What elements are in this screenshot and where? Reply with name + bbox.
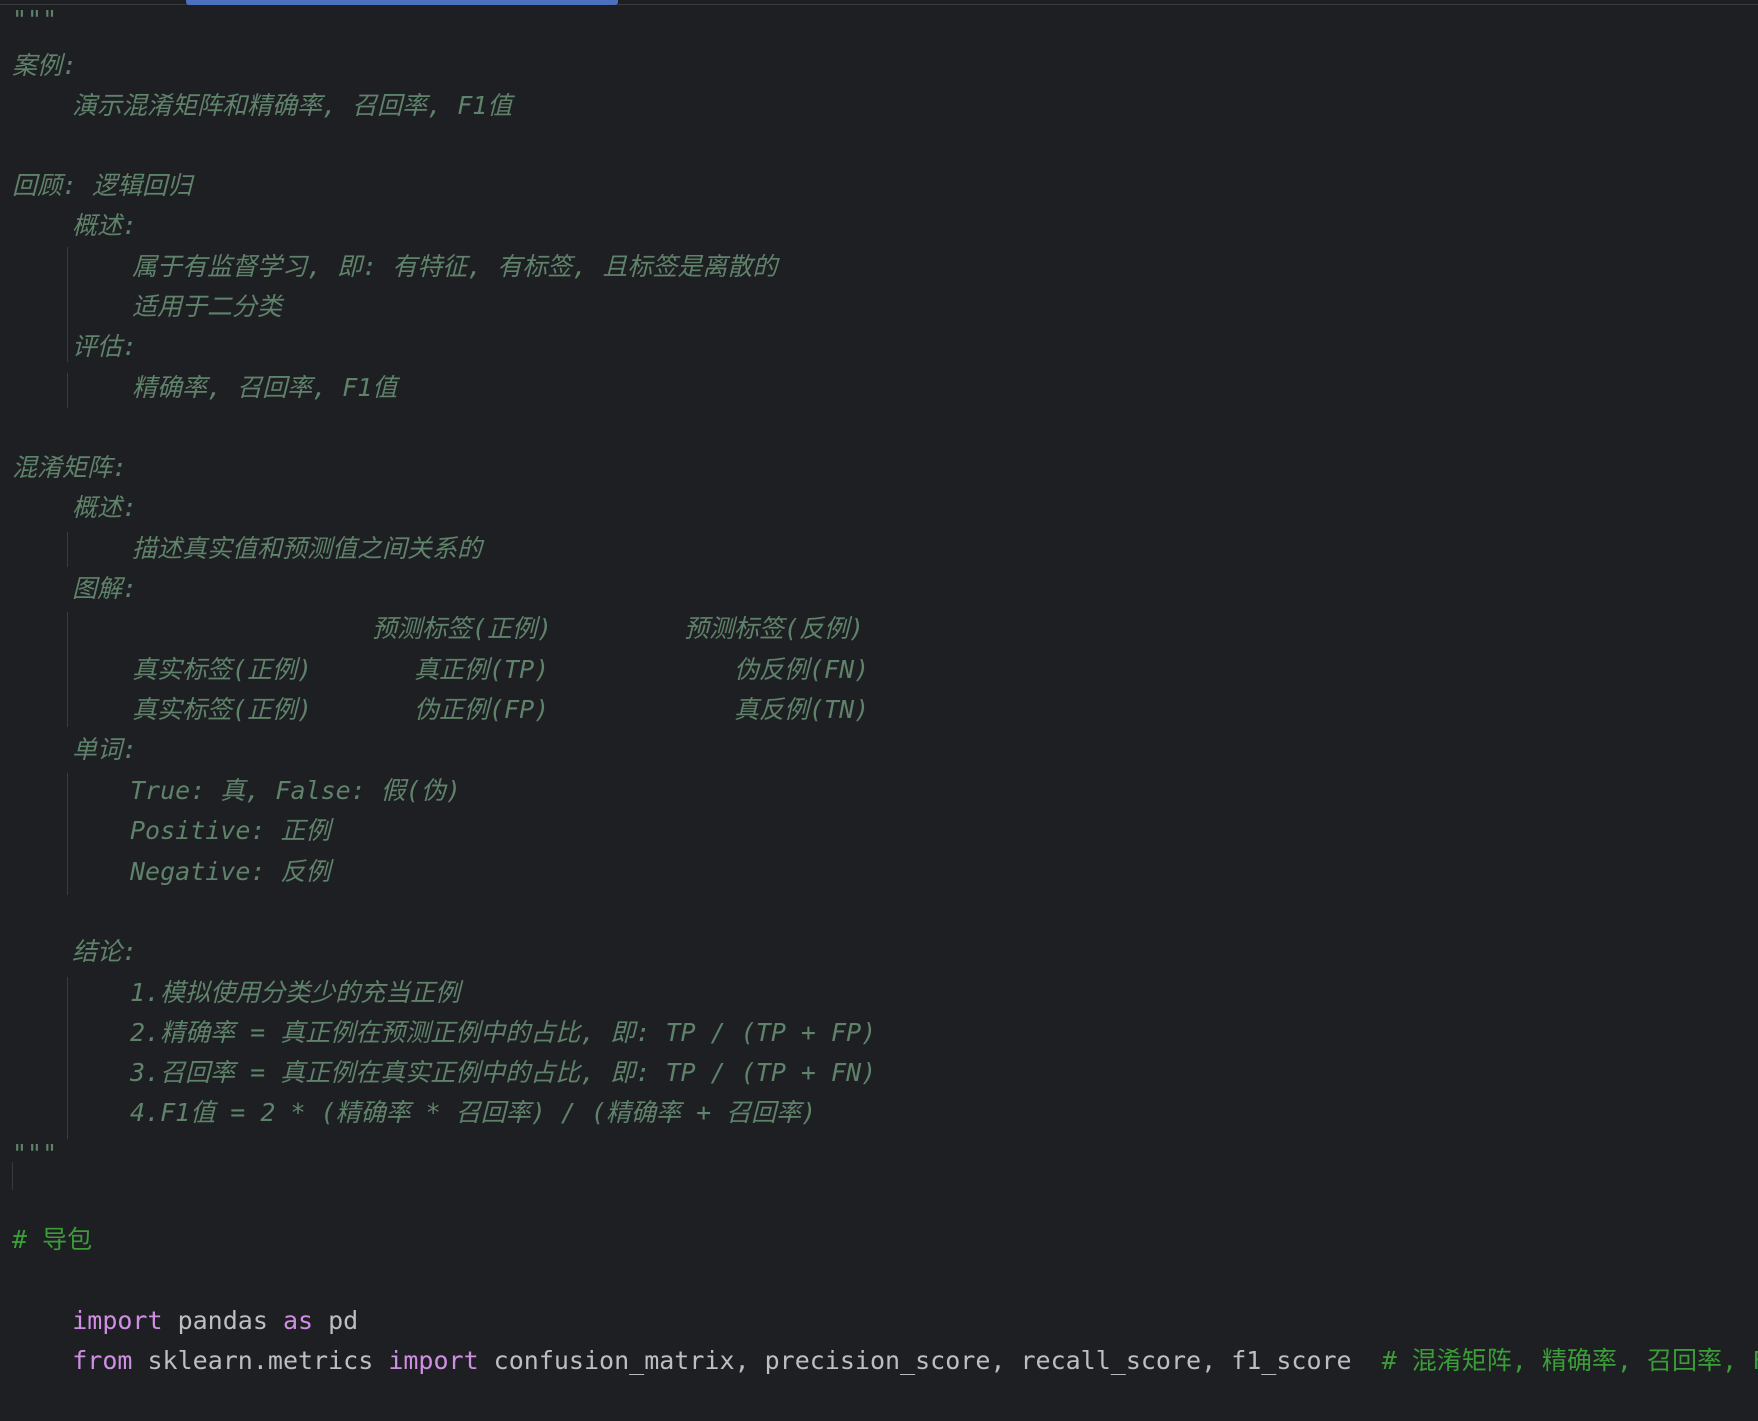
comment-import-packages: # 导包 [12,1225,93,1254]
docstring-conclusion-1: 1.模拟使用分类少的充当正例 [130,978,461,1007]
docstring-lr-eval-label: 评估: [72,332,138,361]
docstring-cm-overview-label: 概述: [72,493,138,522]
indent-guide [67,977,68,1139]
docstring-cm-title: 混淆矩阵: [12,453,128,482]
docstring-lr-eval-1: 精确率, 召回率, F1值 [132,373,398,402]
indent-guide [67,612,68,727]
docstring-cm-overview-1: 描述真实值和预测值之间关系的 [132,534,483,563]
docstring-words-label: 单词: [72,735,138,764]
docstring-conclusion-2: 2.精确率 = 真正例在预测正例中的占比, 即: TP / (TP + FP) [130,1018,877,1047]
diagram-row1-fn: 伪反例(FN) [734,655,870,684]
imported-names: confusion_matrix, precision_score, recal… [478,1346,1382,1375]
indent-guide [67,532,68,567]
diagram-row1-label: 真实标签(正例) [132,655,313,684]
indent-guide [67,373,68,408]
docstring-open-quote: """ [12,5,58,34]
docstring-case-label: 案例: [12,51,78,80]
docstring-words-3: Negative: 反例 [130,857,331,886]
docstring-lr-overview-label: 概述: [72,211,138,240]
diagram-row2-label: 真实标签(正例) [132,695,313,724]
docstring-lr-overview-2: 适用于二分类 [132,292,283,321]
docstring-words-2: Positive: 正例 [130,816,331,845]
docstring-conclusion-4: 4.F1值 = 2 * (精确率 * 召回率) / (精确率 + 召回率) [130,1098,817,1127]
diagram-header-predicted-positive: 预测标签(正例) [372,614,553,643]
docstring-conclusion-3: 3.召回率 = 真正例在真实正例中的占比, 即: TP / (TP + FN) [130,1058,877,1087]
keyword-import: import [388,1346,479,1375]
diagram-header-predicted-negative: 预测标签(反例) [684,614,865,643]
indent-guide [67,247,68,362]
docstring-review-title: 回顾: 逻辑回归 [12,171,193,200]
diagram-row1-tp: 真正例(TP) [414,655,550,684]
docstring-close-quote: """ [12,1139,58,1168]
code-line-import-pandas: import pandas as pd [12,1261,358,1335]
horizontal-scroll-indicator[interactable] [186,0,618,5]
diagram-row2-tn: 真反例(TN) [734,695,870,724]
diagram-row2-fp: 伪正例(FP) [414,695,550,724]
code-line-from-sklearn: from sklearn.metrics import confusion_ma… [12,1301,1758,1375]
docstring-cm-diagram-label: 图解: [72,574,138,603]
docstring-lr-overview-1: 属于有监督学习, 即: 有特征, 有标签, 且标签是离散的 [132,252,778,281]
inline-comment: # 混淆矩阵, 精确率, 召回率, F1值 [1381,1346,1758,1375]
docstring-conclusion-label: 结论: [72,937,138,966]
docstring-case-desc: 演示混淆矩阵和精确率, 召回率, F1值 [72,91,513,120]
indent-guide [67,773,68,895]
docstring-words-1: True: 真, False: 假(伪) [130,776,461,805]
keyword-from: from [72,1346,133,1375]
module-name: sklearn.metrics [132,1346,389,1375]
